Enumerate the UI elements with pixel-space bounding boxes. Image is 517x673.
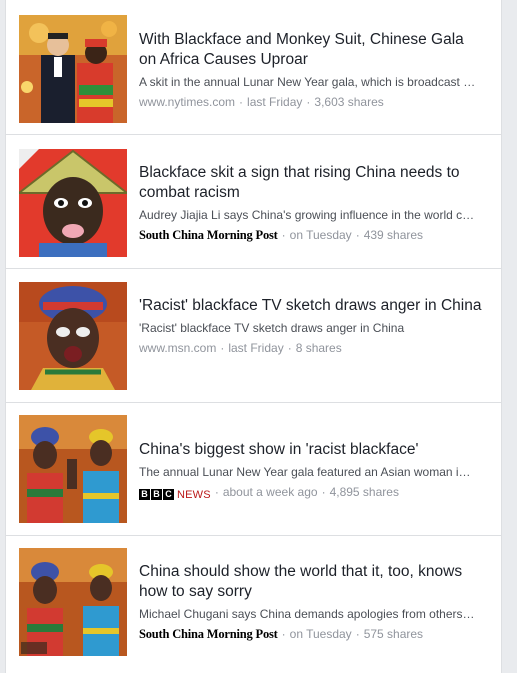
news-item[interactable]: 'Racist' blackface TV sketch draws anger…: [6, 269, 501, 403]
article-summary: Michael Chugani says China demands apolo…: [139, 607, 475, 621]
article-title[interactable]: Blackface skit a sign that rising China …: [139, 163, 485, 203]
article-summary: 'Racist' blackface TV sketch draws anger…: [139, 321, 405, 335]
bbc-logo-box: C: [163, 489, 174, 500]
article-title[interactable]: With Blackface and Monkey Suit, Chinese …: [139, 30, 485, 70]
article-thumbnail[interactable]: [19, 548, 127, 656]
bbc-news-logo[interactable]: B B C NEWS: [139, 487, 211, 503]
scmp-logo[interactable]: South China Morning Post: [139, 228, 278, 242]
news-feed-panel: With Blackface and Monkey Suit, Chinese …: [5, 0, 502, 673]
article-meta: B B C NEWS · about a week ago · 4,895 shares: [139, 484, 485, 503]
article-summary: A skit in the annual Lunar New Year gala…: [139, 75, 476, 89]
news-item[interactable]: With Blackface and Monkey Suit, Chinese …: [6, 0, 501, 135]
article-thumbnail[interactable]: [19, 15, 127, 123]
news-item[interactable]: China's biggest show in 'racist blackfac…: [6, 403, 501, 536]
bbc-logo-word: NEWS: [177, 488, 211, 501]
scmp-logo[interactable]: South China Morning Post: [139, 627, 278, 641]
thumbnail-image: [19, 548, 127, 656]
thumbnail-image: [19, 15, 127, 123]
article-shares: 3,603 shares: [314, 95, 384, 109]
news-item[interactable]: China should show the world that it, too…: [6, 536, 501, 673]
article-shares: 8 shares: [295, 341, 342, 355]
article-source[interactable]: www.nytimes.com: [139, 95, 235, 109]
article-thumbnail[interactable]: [19, 282, 127, 390]
article-title[interactable]: 'Racist' blackface TV sketch draws anger…: [139, 296, 485, 316]
article-thumbnail[interactable]: [19, 149, 127, 257]
article-time: last Friday: [228, 341, 284, 355]
thumbnail-image: [19, 149, 127, 257]
article-summary: The annual Lunar New Year gala featured …: [139, 465, 471, 479]
article-meta: www.nytimes.com · last Friday · 3,603 shares: [139, 95, 384, 109]
article-title[interactable]: China's biggest show in 'racist blackfac…: [139, 440, 485, 460]
bbc-logo-box: B: [151, 489, 162, 500]
article-shares: 439 shares: [363, 228, 424, 242]
article-time: on Tuesday: [289, 627, 352, 641]
article-meta: South China Morning Post · on Tuesday · 439 …: [139, 228, 424, 242]
bbc-logo-box: B: [139, 489, 150, 500]
thumbnail-image: [19, 415, 127, 523]
news-item[interactable]: Blackface skit a sign that rising China …: [6, 135, 501, 269]
article-time: last Friday: [247, 95, 303, 109]
thumbnail-image: [19, 282, 127, 390]
article-meta: www.msn.com · last Friday · 8 shares: [139, 341, 342, 355]
article-source[interactable]: www.msn.com: [139, 341, 216, 355]
article-time: about a week ago: [222, 485, 318, 499]
article-thumbnail[interactable]: [19, 415, 127, 523]
article-shares: 4,895 shares: [329, 485, 399, 499]
article-time: on Tuesday: [289, 228, 352, 242]
article-summary: Audrey Jiajia Li says China's growing in…: [139, 208, 475, 222]
article-shares: 575 shares: [363, 627, 424, 641]
article-title[interactable]: China should show the world that it, too…: [139, 562, 485, 602]
article-meta: South China Morning Post · on Tuesday · 575 …: [139, 627, 424, 641]
